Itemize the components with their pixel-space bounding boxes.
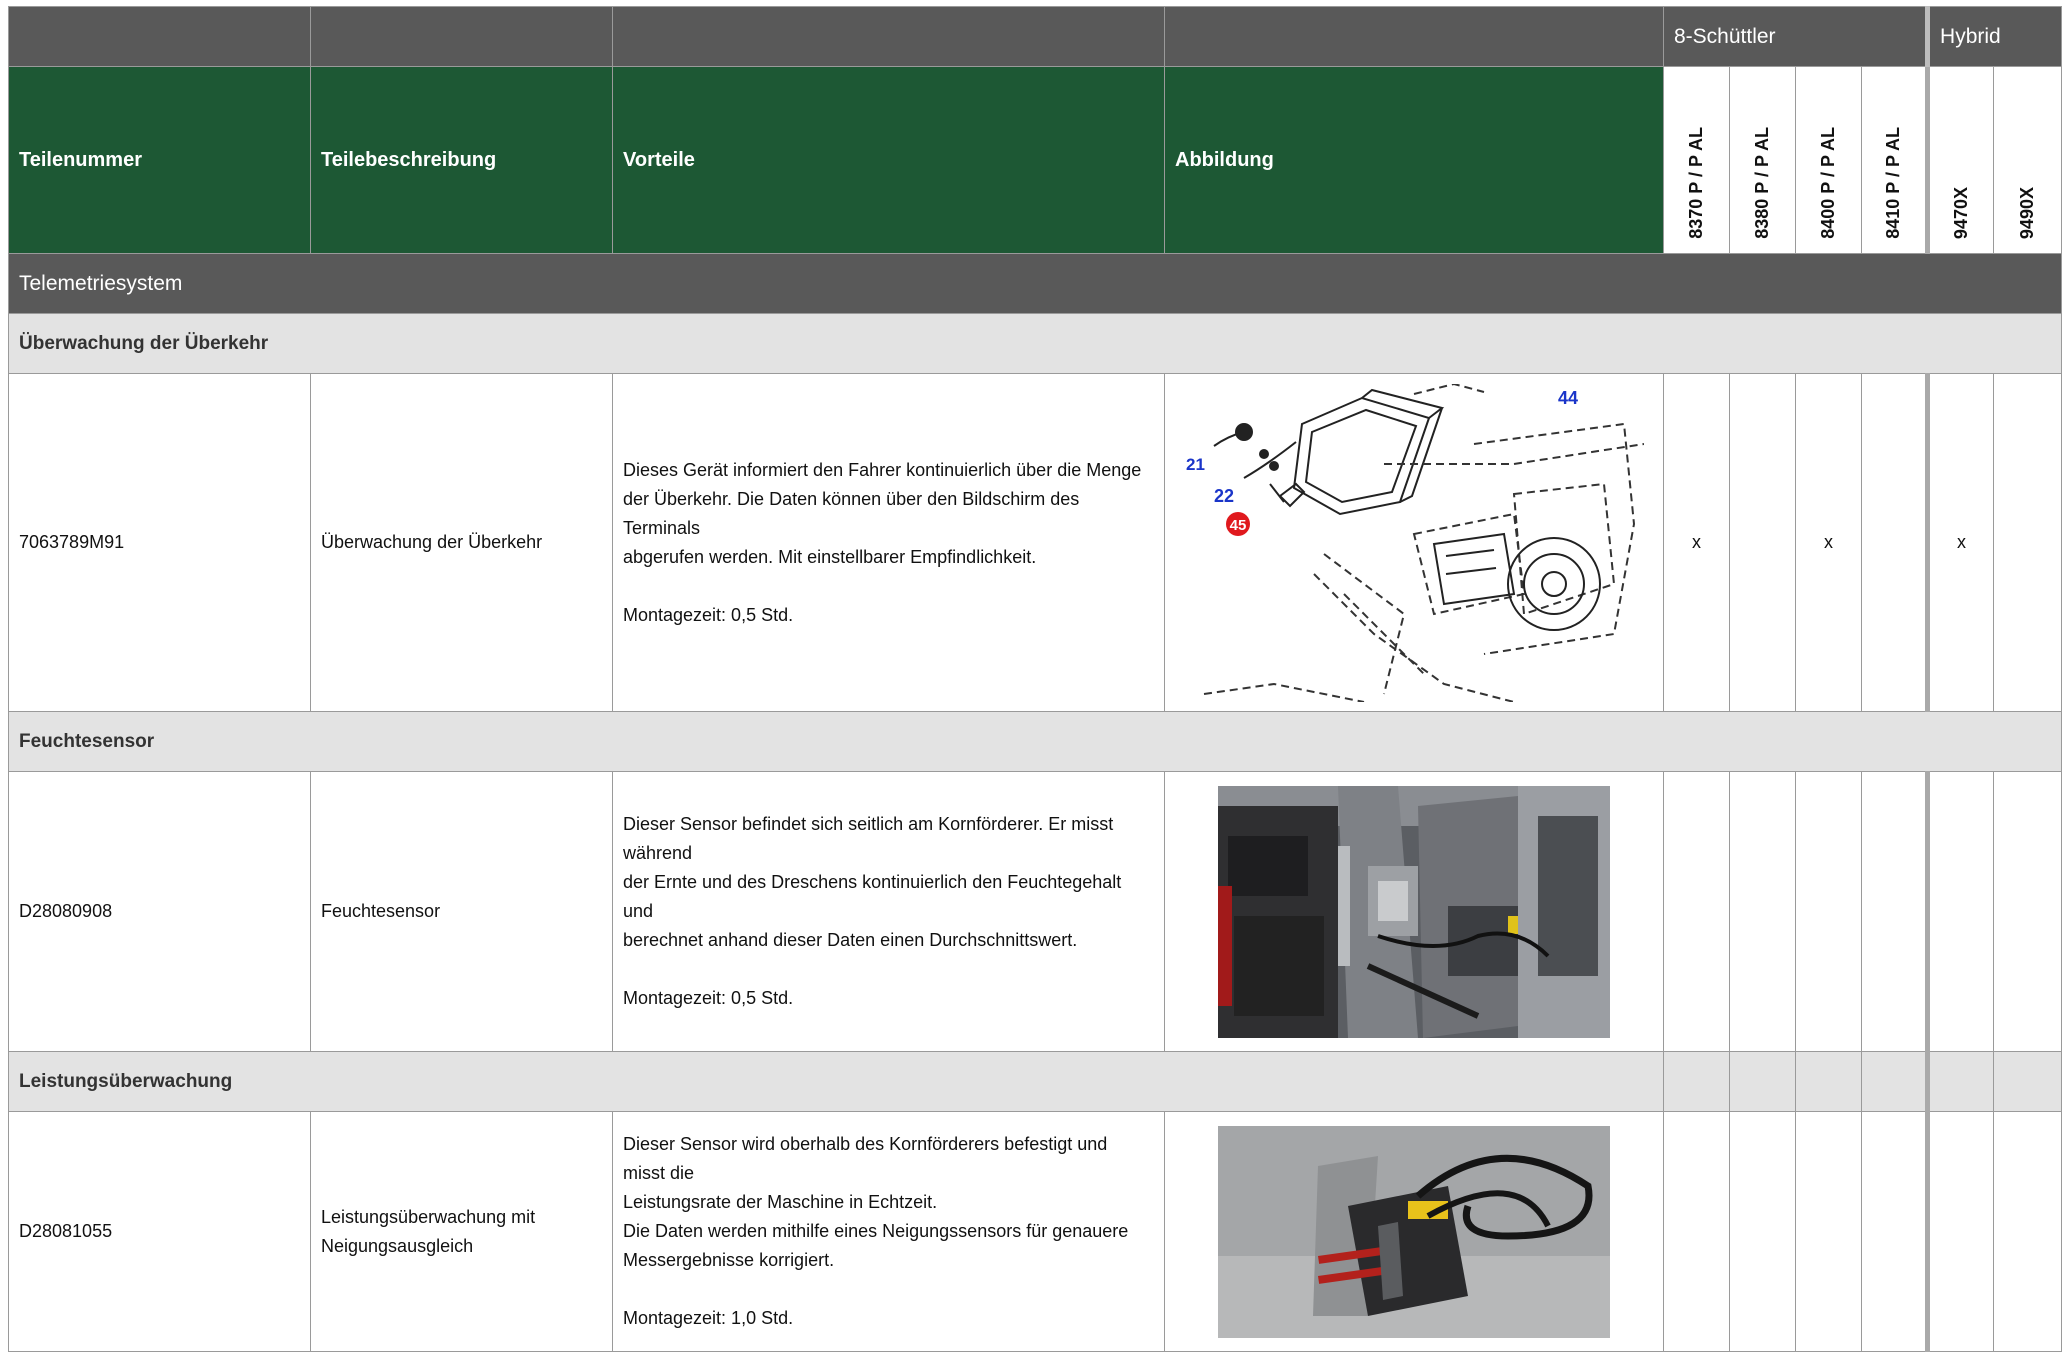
availability-8380 [1729,373,1796,712]
availability-8400 [1795,1111,1862,1352]
availability-9490x [1993,373,2063,712]
availability-8400 [1795,771,1862,1052]
parts-table: 8-Schüttler Hybrid Teilenummer Teilebesc… [7,6,2063,1352]
model-label: 9470X [1951,186,1972,239]
table-row: 7063789M91 Überwachung der Überkehr Dies… [8,373,2063,712]
model-label: 8400 P / P AL [1818,127,1838,239]
parts-table-container: 8-Schüttler Hybrid Teilenummer Teilebesc… [7,6,2063,1352]
subsection-row: Überwachung der Überkehr [7,313,2063,374]
tailings-monitor-diagram: 44 21 22 45 [1186,383,1644,702]
availability-9470x [1925,1111,1995,1352]
part-number: 7063789M91 [8,373,311,712]
part-number: D28080908 [8,771,311,1052]
availability-8380 [1729,1111,1796,1352]
benefits-text: Dieser Sensor befindet sich seitlich am … [612,771,1165,1052]
model-header-9470x: 9470X [1925,66,1995,254]
availability-9470x [1925,771,1995,1052]
group-hybrid: Hybrid [1925,6,2063,67]
availability-8400: x [1795,373,1862,712]
table-row: D28081055 Leistungsüberwachung mit Neigu… [8,1111,2063,1352]
group-8-schuettler: 8-Schüttler [1662,6,1929,67]
table-row: D28080908 Feuchtesensor Dieser Sensor be… [8,771,2063,1052]
column-header-benefits: Vorteile [612,66,1165,254]
yield-sensor-photo [1218,1125,1610,1338]
availability-8370 [1663,771,1730,1052]
column-header-part-description: Teilebeschreibung [310,66,613,254]
model-label: 8380 P / P AL [1752,127,1772,239]
part-description: Leistungsüberwachung mit Neigungsausglei… [310,1111,613,1352]
model-label: 8410 P / P AL [1883,127,1904,239]
availability-9470x: x [1925,373,1995,712]
moisture-sensor-photo [1218,785,1610,1038]
section-title: Telemetriesystem [7,253,2063,314]
availability-8370: x [1663,373,1730,712]
illustration-cell [1164,771,1664,1052]
illustration-cell: 44 21 22 45 [1164,373,1664,712]
model-header-8400: 8400 P / P AL [1795,66,1862,254]
callout-21: 21 [1186,455,1205,474]
mounting-time: Montagezeit: 1,0 Std. [623,1308,794,1328]
callout-45: 45 [1230,517,1247,534]
availability-8410 [1860,373,1929,712]
model-header-9490x: 9490X [1993,66,2063,254]
header-columns-row: Teilenummer Teilebeschreibung Vorteile A… [8,66,2063,254]
part-description: Überwachung der Überkehr [310,373,613,712]
model-label: 8370 P / P AL [1686,127,1706,239]
model-header-8410: 8410 P / P AL [1860,66,1929,254]
availability-8380 [1729,771,1796,1052]
model-header-8380: 8380 P / P AL [1729,66,1796,254]
availability-8410 [1860,1111,1929,1352]
column-header-part-number: Teilenummer [8,66,311,254]
callout-44: 44 [1558,388,1578,408]
illustration-cell [1164,1111,1664,1352]
part-description: Feuchtesensor [310,771,613,1052]
mounting-time: Montagezeit: 0,5 Std. [623,604,794,625]
availability-8410 [1860,771,1929,1052]
header-group-row: 8-Schüttler Hybrid [8,6,2063,67]
subsection-title: Leistungsüberwachung [8,1051,1664,1112]
mounting-time: Montagezeit: 0,5 Std. [623,988,794,1008]
section-row: Telemetriesystem [7,253,2063,314]
benefits-text: Dieses Gerät informiert den Fahrer konti… [612,373,1165,712]
subsection-row: Leistungsüberwachung [8,1051,2063,1112]
availability-8370 [1663,1111,1730,1352]
model-header-8370: 8370 P / P AL [1663,66,1730,254]
benefits-text: Dieser Sensor wird oberhalb des Kornförd… [612,1111,1165,1352]
subsection-title: Überwachung der Überkehr [7,313,2063,374]
subsection-row: Feuchtesensor [7,711,2063,772]
subsection-title: Feuchtesensor [7,711,2063,772]
callout-22: 22 [1214,486,1234,506]
part-number: D28081055 [8,1111,311,1352]
model-label: 9490X [2017,186,2038,239]
column-header-illustration: Abbildung [1164,66,1664,254]
availability-9490x [1993,771,2063,1052]
availability-9490x [1993,1111,2063,1352]
